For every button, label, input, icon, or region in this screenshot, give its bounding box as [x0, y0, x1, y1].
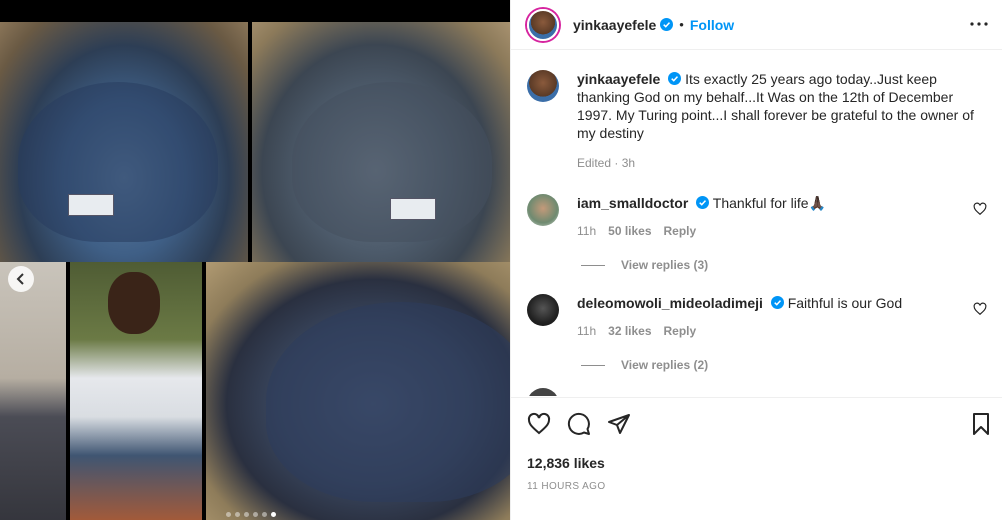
- bookmark-icon[interactable]: [969, 412, 993, 436]
- caption-meta: Edited · 3h: [577, 156, 636, 170]
- commenter-avatar[interactable]: [527, 294, 559, 326]
- post-timestamp: 11 HOURS AGO: [527, 481, 606, 492]
- photo-wrecked-car-1: [0, 22, 248, 262]
- carousel-dot: [262, 512, 267, 517]
- commenter-username[interactable]: deleomowoli_mideoladimeji: [577, 295, 763, 311]
- comment-like-heart-icon[interactable]: [973, 202, 987, 216]
- media-top-bar: [0, 0, 510, 22]
- comment-item: deleomowoli_mideoladimeji Faithful is ou…: [527, 294, 987, 340]
- commenter-avatar[interactable]: [527, 194, 559, 226]
- carousel-dot: [271, 512, 276, 517]
- caption: yinkaayefele Its exactly 25 years ago to…: [527, 70, 987, 172]
- carousel-prev-button[interactable]: [8, 266, 34, 292]
- follow-button[interactable]: Follow: [690, 17, 734, 33]
- comment-time: 11h: [577, 324, 597, 338]
- comment-icon[interactable]: [567, 412, 591, 436]
- verified-badge-icon: [696, 196, 710, 209]
- verified-badge-icon: [660, 18, 674, 31]
- carousel-dot: [235, 512, 240, 517]
- caption-avatar[interactable]: [527, 70, 559, 102]
- photo-young-man-seated: [70, 262, 202, 520]
- author-username[interactable]: yinkaayefele: [573, 17, 656, 33]
- chevron-left-icon: [16, 273, 24, 285]
- photo-person-standing: [0, 262, 66, 520]
- reply-button[interactable]: Reply: [664, 322, 697, 340]
- header-separator: •: [679, 17, 684, 32]
- post-header: yinkaayefele • Follow: [511, 0, 1002, 50]
- carousel-dots: [226, 512, 276, 517]
- verified-badge-icon: [770, 296, 784, 309]
- post-media: [0, 0, 510, 520]
- view-replies-button[interactable]: View replies (3): [581, 258, 987, 272]
- commenter-username[interactable]: iam_smalldoctor: [577, 195, 688, 211]
- replies-line: [581, 364, 605, 366]
- post-side-panel: yinkaayefele • Follow yinkaayefele Its e…: [510, 0, 1002, 520]
- reply-button[interactable]: Reply: [664, 222, 697, 240]
- post-actions: 12,836 likes 11 HOURS AGO: [511, 397, 1002, 520]
- comment-likes[interactable]: 50 likes: [608, 222, 651, 240]
- comment-time: 11h: [577, 224, 597, 238]
- author-avatar[interactable]: [527, 8, 559, 41]
- comment-like-heart-icon[interactable]: [973, 302, 987, 316]
- more-options-button[interactable]: [967, 12, 991, 36]
- verified-badge-icon: [668, 72, 682, 85]
- photo-car-closeup: [206, 262, 510, 520]
- carousel-dot: [244, 512, 249, 517]
- photo-wrecked-car-2: [252, 22, 510, 262]
- caption-username[interactable]: yinkaayefele: [577, 71, 660, 87]
- heart-icon[interactable]: [527, 412, 551, 436]
- post-likes-count[interactable]: 12,836 likes: [527, 455, 605, 471]
- comment-text: Faithful is our God: [787, 295, 903, 311]
- comment-text: Thankful for life🙏🏿: [712, 195, 826, 211]
- more-options-icon: [970, 22, 988, 26]
- carousel-dot: [226, 512, 231, 517]
- comment-likes[interactable]: 32 likes: [608, 322, 651, 340]
- carousel-dot: [253, 512, 258, 517]
- comments-section: yinkaayefele Its exactly 25 years ago to…: [511, 51, 1002, 397]
- view-replies-label: View replies (2): [621, 358, 709, 372]
- comment-item: iam_smalldoctor Thankful for life🙏🏿 11h …: [527, 194, 987, 240]
- view-replies-label: View replies (3): [621, 258, 709, 272]
- view-replies-button[interactable]: View replies (2): [581, 358, 987, 372]
- replies-line: [581, 264, 605, 266]
- send-icon[interactable]: [607, 412, 631, 436]
